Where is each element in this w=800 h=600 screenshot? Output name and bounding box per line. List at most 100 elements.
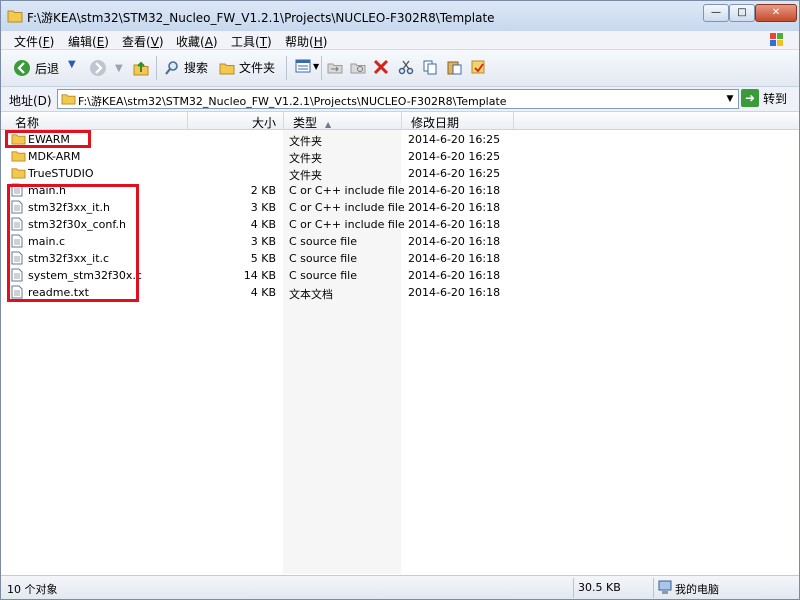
go-label: 转到 [763,91,788,106]
menu-label-end: ) [322,35,328,49]
highlight-box-folder [5,130,91,148]
file-modified: 2014-6-20 16:18 [408,235,501,248]
menu-label: 文件( [14,35,43,49]
menu-tools[interactable]: 工具(T) [231,33,272,50]
menu-label: 编辑( [68,35,97,49]
menu-favorites[interactable]: 收藏(A) [176,33,218,50]
cut-button[interactable] [398,59,414,75]
close-button[interactable]: ✕ [755,4,797,22]
file-row[interactable]: EWARM 文件夹 2014-6-20 16:25 [1,131,799,148]
column-header-type[interactable]: 类型 ▲ [293,114,331,131]
maximize-button[interactable]: □ [729,4,755,22]
computer-icon [658,580,672,594]
file-row[interactable]: TrueSTUDIO 文件夹 2014-6-20 16:25 [1,165,799,182]
menu-accel: H [313,35,323,49]
status-separator [653,578,654,598]
file-modified: 2014-6-20 16:25 [408,133,501,146]
status-separator [573,578,574,598]
menu-label: 查看( [122,35,151,49]
menu-view[interactable]: 查看(V) [122,33,164,50]
file-size: 2 KB [250,184,276,197]
menu-label: 帮助( [285,35,314,49]
paste-button[interactable] [446,59,462,75]
menu-label-end: ) [49,35,55,49]
address-input[interactable]: F:\游KEA\stm32\STM32_Nucleo_FW_V1.2.1\Pro… [57,89,739,109]
forward-button[interactable]: ▼ [89,59,123,77]
scissors-icon [398,60,414,75]
file-size: 14 KB [243,269,276,282]
up-folder-button[interactable] [132,59,150,77]
file-size: 3 KB [250,235,276,248]
undo-button[interactable] [470,59,486,75]
copy-to-folder-icon [350,63,366,74]
column-header-modified[interactable]: 修改日期 [411,114,459,131]
file-type: C or C++ include file [289,201,405,214]
menu-help[interactable]: 帮助(H) [285,33,327,50]
file-type: C source file [289,252,357,265]
back-button[interactable]: 后退 [13,59,59,77]
forward-arrow-icon [90,60,106,76]
folder-icon [61,94,76,105]
file-size: 4 KB [250,286,276,299]
file-type: C or C++ include file [289,184,405,197]
back-dropdown-button[interactable]: ▼ [68,59,76,70]
go-arrow-icon: ➜ [741,89,759,107]
file-modified: 2014-6-20 16:18 [408,201,501,214]
menu-label: 工具( [231,35,260,49]
explorer-window: F:\游KEA\stm32\STM32_Nucleo_FW_V1.2.1\Pro… [0,0,800,600]
column-header-size[interactable]: 大小 [252,114,276,131]
go-button[interactable]: ➜ 转到 [741,89,787,107]
file-name: MDK-ARM [28,150,81,163]
folders-button[interactable]: 文件夹 [219,59,275,76]
file-modified: 2014-6-20 16:18 [408,269,501,282]
folder-icon [11,151,26,162]
column-divider[interactable] [187,112,188,129]
up-folder-icon [133,61,149,76]
menu-label: 收藏( [176,35,205,49]
file-type: 文件夹 [289,152,322,165]
file-type: C source file [289,269,357,282]
menu-file[interactable]: 文件(F) [14,33,54,50]
file-type: C source file [289,235,357,248]
chevron-down-icon: ▼ [115,62,123,74]
folder-icon [11,168,26,179]
file-modified: 2014-6-20 16:18 [408,252,501,265]
column-header-row: 名称 大小 类型 ▲ 修改日期 [1,112,799,130]
file-row[interactable]: MDK-ARM 文件夹 2014-6-20 16:25 [1,148,799,165]
chevron-down-icon: ▼ [313,61,320,71]
status-location: 我的电脑 [675,583,719,596]
file-type: 文件夹 [289,169,322,182]
column-divider[interactable] [513,112,514,129]
minimize-button[interactable]: — [703,4,729,22]
toolbar-separator [156,56,157,80]
column-divider[interactable] [401,112,402,129]
undo-folder-icon [471,60,485,74]
views-button[interactable]: ▼ [295,59,319,73]
file-modified: 2014-6-20 16:25 [408,150,501,163]
column-header-name[interactable]: 名称 [15,114,39,131]
file-size: 3 KB [250,201,276,214]
window-title: F:\游KEA\stm32\STM32_Nucleo_FW_V1.2.1\Pro… [27,11,495,25]
search-icon [165,60,178,75]
address-path: F:\游KEA\stm32\STM32_Nucleo_FW_V1.2.1\Pro… [78,95,507,108]
menu-label-end: ) [212,35,218,49]
menu-label-end: ) [267,35,272,49]
move-to-button[interactable] [327,59,343,75]
chevron-down-icon: ▼ [726,94,734,104]
file-size: 5 KB [250,252,276,265]
column-divider[interactable] [283,112,284,129]
menu-edit[interactable]: 编辑(E) [68,33,109,50]
column-header-type-label: 类型 [293,116,318,130]
toolbar: 后退 ▼ ▼ 搜索 文件夹 ▼ [1,50,799,87]
sort-ascending-icon: ▲ [325,120,332,129]
copy-to-button[interactable] [350,59,366,75]
copy-button[interactable] [422,59,438,75]
menu-label-end: ) [158,35,164,49]
delete-x-icon [373,59,389,75]
address-dropdown-button[interactable]: ▼ [724,92,736,106]
file-size: 4 KB [250,218,276,231]
search-button[interactable]: 搜索 [164,59,208,76]
title-bar[interactable]: F:\游KEA\stm32\STM32_Nucleo_FW_V1.2.1\Pro… [1,1,799,32]
delete-button[interactable] [373,59,389,75]
folder-icon [7,10,23,23]
